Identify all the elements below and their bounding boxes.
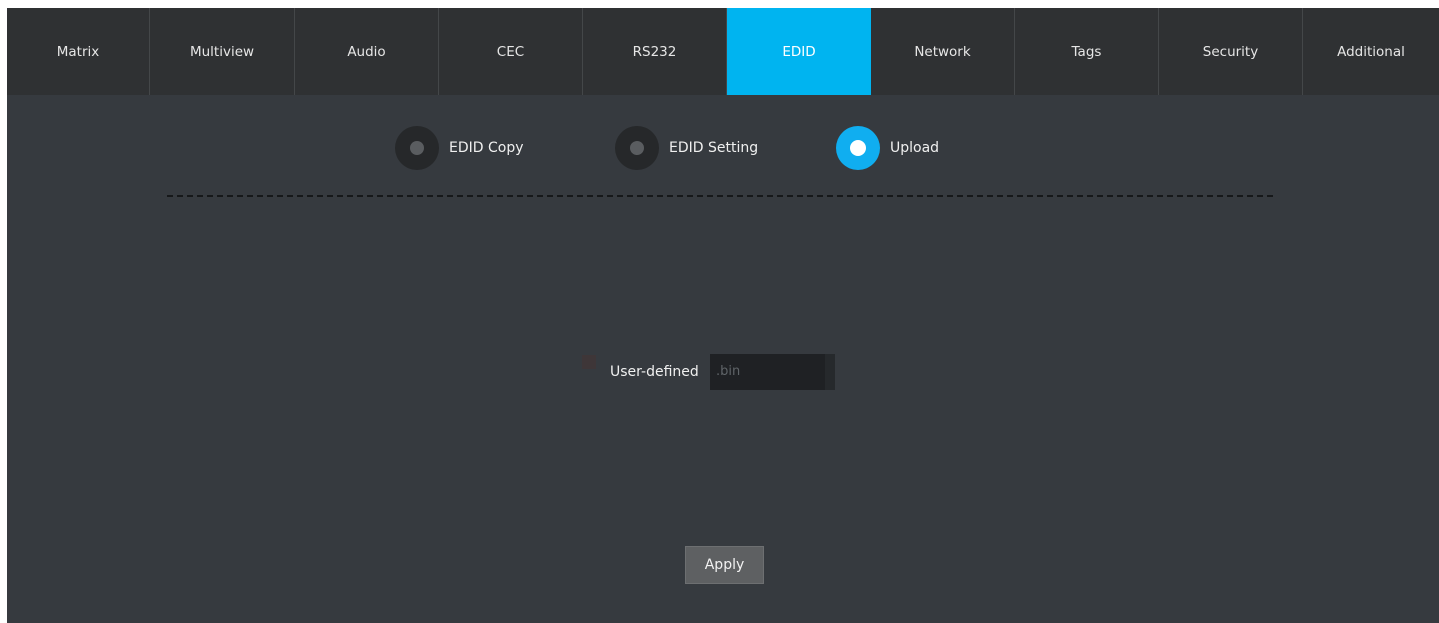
tab-cec[interactable]: CEC bbox=[439, 8, 583, 95]
radio-label-edid-copy: EDID Copy bbox=[449, 140, 524, 156]
tab-tags[interactable]: Tags bbox=[1015, 8, 1159, 95]
file-browse-button[interactable] bbox=[825, 354, 835, 390]
apply-button[interactable]: Apply bbox=[685, 546, 764, 584]
main-tab-bar: Matrix Multiview Audio CEC RS232 EDID Ne… bbox=[7, 8, 1439, 95]
edid-mode-selector: EDID Copy EDID Setting Upload bbox=[7, 126, 1439, 170]
radio-edid-copy[interactable]: EDID Copy bbox=[395, 126, 524, 170]
edid-page: Matrix Multiview Audio CEC RS232 EDID Ne… bbox=[7, 8, 1439, 623]
radio-circle bbox=[395, 126, 439, 170]
tab-multiview[interactable]: Multiview bbox=[150, 8, 295, 95]
tab-security[interactable]: Security bbox=[1159, 8, 1303, 95]
tab-rs232[interactable]: RS232 bbox=[583, 8, 727, 95]
radio-label-upload: Upload bbox=[890, 140, 940, 156]
radio-label-edid-setting: EDID Setting bbox=[669, 140, 759, 156]
radio-dot bbox=[850, 140, 866, 156]
tab-additional[interactable]: Additional bbox=[1303, 8, 1439, 95]
radio-circle bbox=[615, 126, 659, 170]
user-defined-checkbox[interactable] bbox=[582, 355, 596, 369]
radio-dot bbox=[410, 141, 424, 155]
section-divider bbox=[167, 195, 1273, 197]
user-defined-label: User-defined bbox=[610, 364, 699, 380]
user-defined-row: User-defined .bin bbox=[7, 354, 1439, 390]
radio-dot bbox=[630, 141, 644, 155]
file-placeholder: .bin bbox=[716, 364, 741, 379]
tab-audio[interactable]: Audio bbox=[295, 8, 439, 95]
radio-circle bbox=[836, 126, 880, 170]
radio-edid-setting[interactable]: EDID Setting bbox=[615, 126, 758, 170]
edid-file-input[interactable]: .bin bbox=[710, 354, 835, 390]
radio-upload[interactable]: Upload bbox=[836, 126, 939, 170]
tab-matrix[interactable]: Matrix bbox=[7, 8, 150, 95]
tab-edid[interactable]: EDID bbox=[727, 8, 871, 95]
tab-network[interactable]: Network bbox=[871, 8, 1015, 95]
